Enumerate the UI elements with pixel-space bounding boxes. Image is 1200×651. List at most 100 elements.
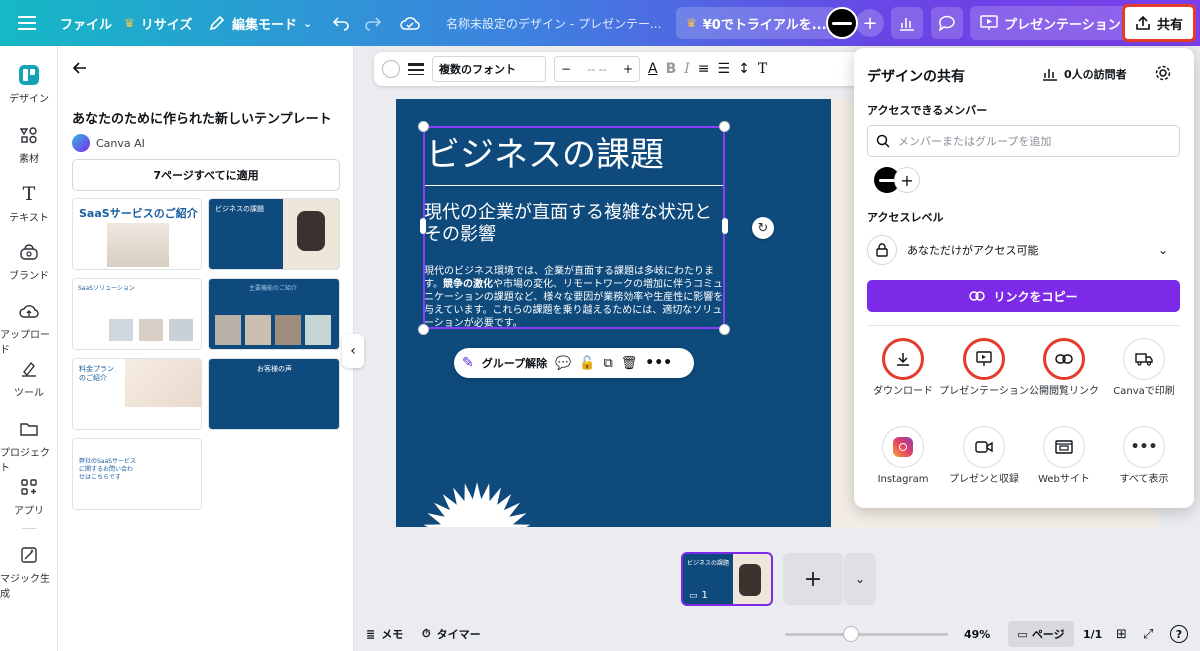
zoom-value[interactable]: 49% xyxy=(964,628,990,641)
file-menu[interactable]: ファイル xyxy=(60,0,112,46)
resize-handle[interactable] xyxy=(418,121,429,132)
copy-link-button[interactable]: リンクをコピー xyxy=(867,280,1180,312)
magic-edit-icon[interactable]: ✎ xyxy=(462,355,474,371)
duplicate-icon[interactable]: ⧉ xyxy=(603,356,612,371)
back-button[interactable] xyxy=(72,60,92,80)
rail-item-uploads[interactable]: アップロード xyxy=(0,300,58,356)
rail-item-magic[interactable]: マジック生成 xyxy=(0,544,58,600)
ungroup-button[interactable]: グループ解除 xyxy=(482,355,547,371)
template-thumb-3[interactable]: SaaSソリューション xyxy=(72,278,202,350)
rail-item-design[interactable]: デザイン xyxy=(0,64,58,105)
template-thumb-7[interactable]: 弊社のSaaSサービス に関するお問い合わ せはこちらです xyxy=(72,438,202,510)
edit-mode-button[interactable]: 編集モード ⌄ xyxy=(208,0,312,46)
chevron-down-icon: ⌄ xyxy=(1157,243,1168,257)
share-option-instagram[interactable]: Instagram xyxy=(858,426,948,486)
add-collaborator-button[interactable]: + xyxy=(856,9,884,37)
trial-button[interactable]: ♛ ¥0でトライアルを... xyxy=(676,7,837,39)
comment-add-icon[interactable]: 💬 xyxy=(555,356,571,371)
add-member-button[interactable]: + xyxy=(894,167,920,193)
collapse-panel-button[interactable]: ‹ xyxy=(342,334,364,368)
page-view-button[interactable]: ▭ ページ xyxy=(1008,621,1074,647)
save-status[interactable] xyxy=(400,0,420,46)
rail-item-apps[interactable]: アプリ xyxy=(0,476,58,517)
font-size-stepper[interactable]: − -- -- + xyxy=(554,56,640,82)
undo-button[interactable] xyxy=(332,0,350,46)
grid-view-button[interactable]: ⊞ xyxy=(1116,627,1127,642)
apply-all-button[interactable]: 7ページすべてに適用 xyxy=(72,159,340,191)
notes-button[interactable]: ≣ メモ xyxy=(366,626,403,642)
spacing-icon[interactable]: ↕ xyxy=(738,61,750,77)
line-weight-button[interactable] xyxy=(408,63,424,75)
visitors-button[interactable]: 0人の訪問者 xyxy=(1042,66,1127,82)
rotate-handle[interactable]: ↻ xyxy=(752,217,774,239)
document-title[interactable]: 名称未設定のデザイン - プレゼンテー... xyxy=(446,0,661,46)
rotate-icon: ↻ xyxy=(757,220,769,236)
template-thumb-4[interactable]: 主要機能のご紹介 xyxy=(208,278,340,350)
resize-handle[interactable] xyxy=(719,324,730,335)
template-thumb-2[interactable]: ビジネスの課題 xyxy=(208,198,340,270)
text-effects-icon[interactable]: T xyxy=(758,61,767,77)
share-option-print[interactable]: Canvaで印刷 xyxy=(1099,338,1189,398)
member-search-input[interactable]: メンバーまたはグループを追加 xyxy=(867,125,1180,157)
present-button[interactable]: プレゼンテーション xyxy=(970,6,1131,40)
share-title: デザインの共有 xyxy=(867,69,965,85)
share-option-download[interactable]: ダウンロード xyxy=(858,338,948,398)
share-option-public-link[interactable]: 公開閲覧リンク xyxy=(1019,338,1109,398)
slide[interactable]: ビジネスの課題 現代の企業が直面する複雑な状況とその影響 現代のビジネス環境では… xyxy=(396,99,831,527)
thumb-photo xyxy=(107,223,169,267)
share-button[interactable]: 共有 xyxy=(1122,4,1196,42)
share-popover: デザインの共有 0人の訪問者 アクセスできるメンバー メンバーまたはグループを追… xyxy=(854,48,1194,508)
trash-icon[interactable]: 🗑 xyxy=(621,356,638,371)
resize-handle[interactable] xyxy=(420,218,426,234)
fullscreen-button[interactable]: ⤢ xyxy=(1143,627,1153,642)
redo-button[interactable] xyxy=(364,0,382,46)
template-thumb-5[interactable]: 料金プラン のご紹介 xyxy=(72,358,202,430)
color-swatch-button[interactable] xyxy=(382,60,400,78)
align-icon[interactable]: ≡ xyxy=(698,61,710,77)
font-select[interactable]: 複数のフォント xyxy=(432,56,546,82)
zoom-slider[interactable] xyxy=(785,626,948,642)
add-page-button[interactable]: + xyxy=(783,553,843,605)
timer-icon: ⏱ xyxy=(422,627,431,640)
help-button[interactable]: ? xyxy=(1170,625,1188,643)
design-icon xyxy=(18,64,40,86)
members-label: アクセスできるメンバー xyxy=(867,104,988,117)
thumb-photo xyxy=(275,315,301,345)
resize-handle[interactable] xyxy=(719,121,730,132)
rail-item-tools[interactable]: ツール xyxy=(0,358,58,399)
template-thumb-1[interactable]: SaaSサービスのご紹介 xyxy=(72,198,202,270)
add-page-options-button[interactable]: ⌄ xyxy=(844,553,876,605)
resize-button[interactable]: ♛ リサイズ xyxy=(124,0,192,46)
resize-handle[interactable] xyxy=(418,324,429,335)
share-option-see-all[interactable]: ••• すべて表示 xyxy=(1099,426,1189,486)
template-thumb-6[interactable]: お客様の声 xyxy=(208,358,340,430)
rail-item-brand[interactable]: ♛ ブランド xyxy=(0,229,67,282)
text-color-icon[interactable]: A xyxy=(648,61,658,77)
rail-item-projects[interactable]: プロジェクト xyxy=(0,418,58,474)
bar-chart-icon xyxy=(1043,69,1057,81)
share-option-record[interactable]: プレゼンと収録 xyxy=(939,426,1029,486)
bold-icon[interactable]: B xyxy=(666,61,677,77)
menu-button[interactable] xyxy=(18,0,36,46)
resize-handle[interactable] xyxy=(722,218,728,234)
plus-icon[interactable]: + xyxy=(623,62,633,76)
chevron-left-icon: ‹ xyxy=(350,343,356,359)
zoom-slider-thumb[interactable] xyxy=(843,626,859,642)
settings-button[interactable] xyxy=(1154,64,1172,85)
rail-item-text[interactable]: T テキスト xyxy=(0,183,58,224)
comments-button[interactable] xyxy=(931,7,963,39)
timer-button[interactable]: ⏱ タイマー xyxy=(422,626,481,642)
page-view-icon: ▭ xyxy=(1017,627,1028,641)
italic-icon[interactable]: I xyxy=(684,61,690,77)
lock-icon[interactable]: 🔓 xyxy=(579,356,595,371)
share-option-present[interactable]: プレゼンテーション xyxy=(939,338,1029,398)
list-icon[interactable]: ☰ xyxy=(718,61,731,77)
access-level-select[interactable]: あなただけがアクセス可能 ⌄ xyxy=(867,232,1180,268)
page-thumbnail[interactable]: ビジネスの課題 ▭ 1 xyxy=(681,552,773,606)
insights-button[interactable] xyxy=(891,7,923,39)
share-option-website[interactable]: Webサイト xyxy=(1019,426,1109,486)
rail-item-elements[interactable]: 素材 xyxy=(0,124,58,165)
minus-icon[interactable]: − xyxy=(561,62,571,76)
avatar[interactable] xyxy=(826,7,858,39)
more-icon[interactable]: ••• xyxy=(645,355,672,371)
